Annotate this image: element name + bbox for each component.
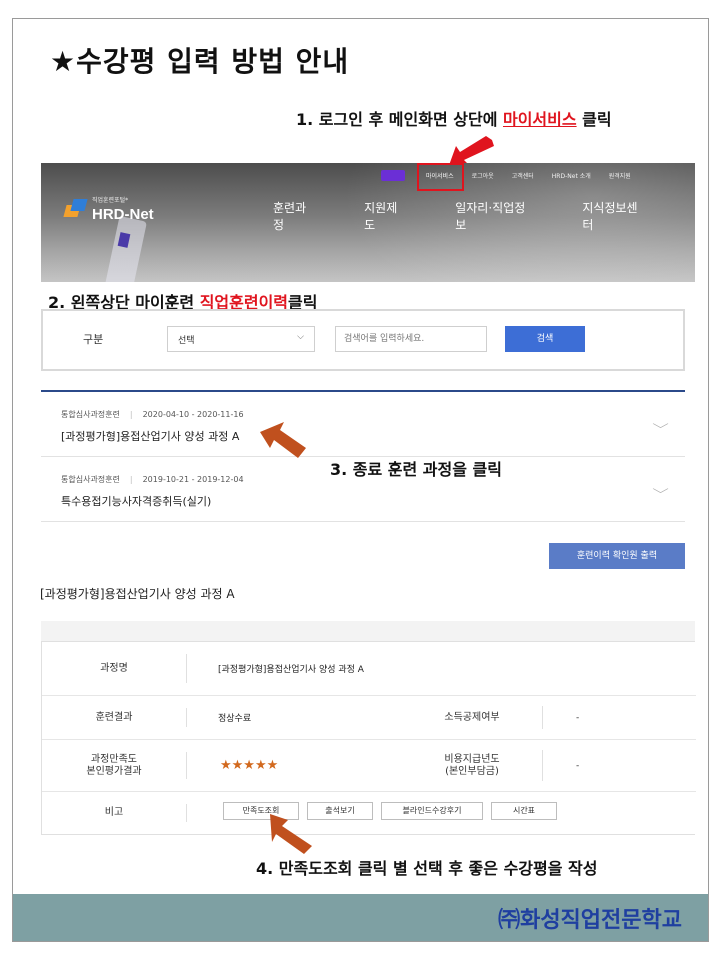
detail-row-satisfaction: 과정만족도 본인평가결과 ★★★★★ 비용지급년도 (본인부담금) - — [42, 740, 696, 792]
slide-title: ★수강평 입력 방법 안내 — [50, 45, 350, 78]
chevron-down-icon[interactable]: ⌵ — [652, 482, 668, 497]
search-input[interactable] — [335, 326, 487, 352]
history-item[interactable]: 통합심사과정훈련 | 2020-04-10 - 2020-11-16 [과정평가형]… — [41, 393, 685, 457]
cost-label-line2: (본인부담금) — [445, 765, 499, 777]
main-nav: 훈련과정 지원제도 일자리·직업정보 지식정보센터 — [273, 199, 695, 233]
step-1-instruction: 1. 로그인 후 메인화면 상단에 마이서비스 클릭 — [296, 106, 612, 130]
timetable-button[interactable]: 시간표 — [491, 802, 557, 820]
print-history-button[interactable]: 훈련이력 확인원 출력 — [549, 543, 685, 569]
step-1-highlight: 마이서비스 — [502, 110, 577, 129]
logo-wordmark: HRD-Net — [92, 206, 154, 223]
detail-row-course: 과정명 [과정평가형]용접산업기사 양성 과정 A — [42, 642, 696, 696]
cost-label-line1: 비용지급년도 — [444, 754, 500, 765]
history-period: 2019-10-21 - 2019-12-04 — [142, 475, 244, 484]
util-nav-support[interactable]: 고객센터 — [512, 171, 534, 180]
util-nav-remote[interactable]: 원격지원 — [609, 171, 631, 180]
category-select[interactable]: 선택 ⌵ — [167, 326, 315, 352]
history-category: 통합심사과정훈련 — [61, 475, 120, 484]
logo-mark-icon — [63, 199, 88, 219]
course-heading: [과정평가형]용접산업기사 양성 과정 A — [40, 587, 235, 601]
list-divider — [41, 390, 685, 392]
satisfaction-label: 과정만족도 본인평가결과 — [42, 740, 186, 791]
cost-value: - — [576, 760, 580, 771]
footer-band: ㈜화성직업전문학교 — [13, 894, 708, 941]
main-nav-jobs[interactable]: 일자리·직업정보 — [455, 199, 534, 233]
tax-value: - — [576, 712, 580, 723]
notice-tag — [381, 170, 405, 181]
step-1-text: 1. 로그인 후 메인화면 상단에 — [296, 110, 503, 129]
course-name-value: [과정평가형]용접산업기사 양성 과정 A — [218, 665, 364, 675]
history-period: 2020-04-10 - 2020-11-16 — [142, 410, 244, 419]
search-panel: 구분 선택 ⌵ 검색 — [41, 309, 685, 371]
logo-subtitle: 직업훈련포털* — [92, 197, 129, 204]
blind-review-button[interactable]: 블라인드수강후기 — [381, 802, 483, 820]
category-select-value: 선택 — [178, 336, 195, 346]
step-4-instruction: 4. 만족도조회 클릭 별 선택 후 좋은 수강평을 작성 — [256, 859, 598, 878]
star-rating[interactable]: ★★★★★ — [220, 740, 278, 791]
history-category: 통합심사과정훈련 — [61, 410, 120, 419]
history-title[interactable]: [과정평가형]용접산업기사 양성 과정 A — [61, 428, 239, 444]
util-nav-logout[interactable]: 로그아웃 — [472, 171, 494, 180]
myservice-highlight-box — [417, 163, 464, 191]
attendance-button[interactable]: 출석보기 — [307, 802, 373, 820]
orange-arrow-icon — [270, 814, 312, 854]
history-meta: 통합심사과정훈련 | 2019-10-21 - 2019-12-04 — [61, 475, 244, 484]
detail-row-note: 비고 만족도조회 출석보기 블라인드수강후기 시간표 — [42, 792, 696, 834]
step-1-suffix: 클릭 — [576, 110, 612, 129]
hrd-net-logo[interactable]: 직업훈련포털* HRD-Net — [63, 195, 154, 223]
history-title[interactable]: 특수용접기능사자격증취득(실기) — [61, 493, 211, 509]
test-tube-image — [102, 215, 148, 282]
main-nav-courses[interactable]: 훈련과정 — [273, 199, 316, 233]
hrd-net-header-banner: 마이서비스 로그아웃 고객센터 HRD-Net 소개 원격지원 직업훈련포털* … — [41, 163, 695, 282]
detail-row-result: 훈련결과 정상수료 소득공제여부 - — [42, 696, 696, 740]
main-nav-support[interactable]: 지원제도 — [364, 199, 407, 233]
main-nav-knowledge[interactable]: 지식정보센터 — [582, 199, 647, 233]
result-value: 정상수료 — [218, 714, 252, 724]
cost-label: 비용지급년도 (본인부담금) — [402, 740, 542, 791]
orange-arrow-icon — [260, 422, 306, 458]
satisfaction-label-line2: 본인평가결과 — [86, 765, 142, 777]
course-name-label: 과정명 — [100, 662, 128, 674]
course-detail-table: 과정명 [과정평가형]용접산업기사 양성 과정 A 훈련결과 정상수료 소득공제… — [41, 641, 696, 835]
satisfaction-label-line1: 과정만족도 — [90, 753, 137, 765]
search-button[interactable]: 검색 — [505, 326, 585, 352]
step-3-instruction: 3. 종료 훈련 과정을 클릭 — [330, 460, 502, 479]
note-label: 비고 — [104, 807, 124, 818]
history-meta: 통합심사과정훈련 | 2020-04-10 - 2020-11-16 — [61, 410, 244, 419]
result-label: 훈련결과 — [95, 711, 133, 723]
school-name: ㈜화성직업전문학교 — [498, 907, 682, 933]
chevron-down-icon[interactable]: ⌵ — [652, 417, 668, 432]
tax-label: 소득공제여부 — [444, 711, 500, 723]
chevron-down-icon: ⌵ — [297, 332, 304, 342]
search-category-label: 구분 — [83, 333, 104, 346]
detail-header-band — [41, 621, 695, 641]
util-nav-about[interactable]: HRD-Net 소개 — [552, 171, 591, 180]
